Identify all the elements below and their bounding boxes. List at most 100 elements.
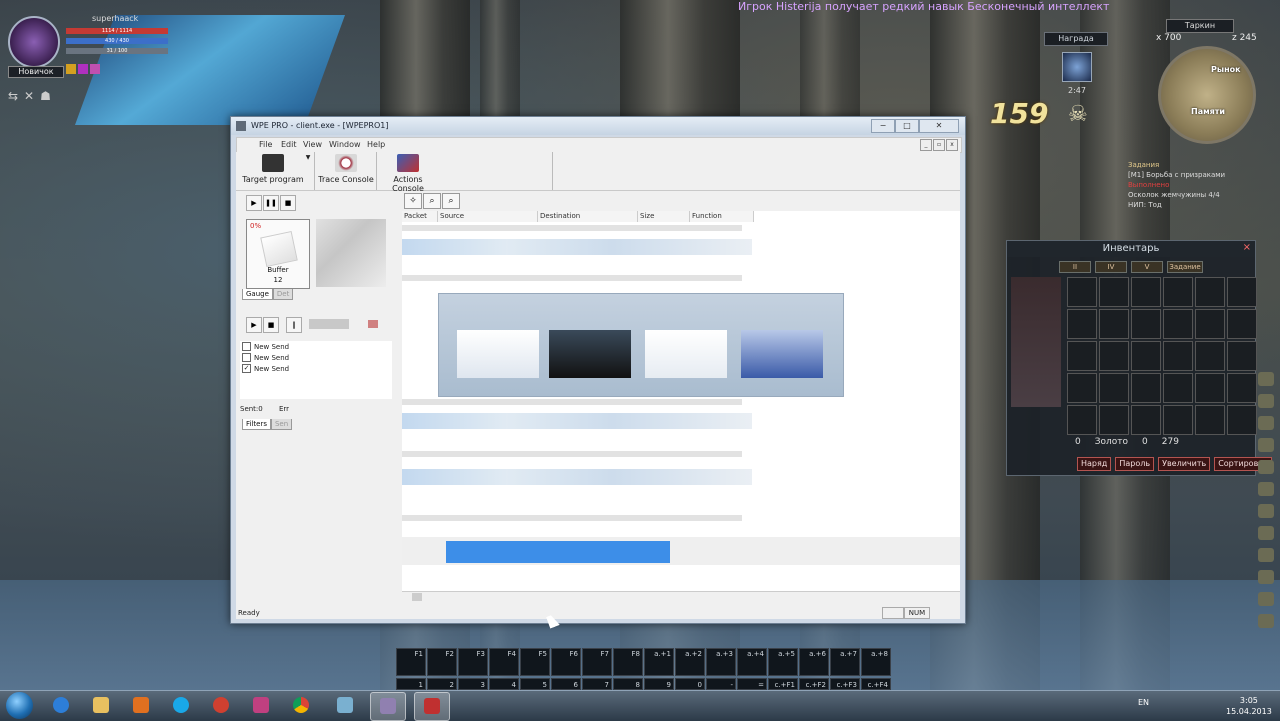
inventory-slot[interactable] xyxy=(1067,341,1097,371)
inventory-slot[interactable] xyxy=(1195,373,1225,403)
pause-button[interactable]: ❚❚ xyxy=(263,195,279,211)
inventory-slot[interactable] xyxy=(1163,341,1193,371)
column-header[interactable]: Destination xyxy=(538,211,638,222)
checkbox[interactable]: ✓ xyxy=(242,364,251,373)
horizontal-scrollbar[interactable] xyxy=(402,591,960,602)
menu-icon[interactable] xyxy=(1258,394,1274,408)
language-indicator[interactable]: EN xyxy=(1138,698,1149,707)
inventory-slot[interactable] xyxy=(1227,405,1257,435)
list-item[interactable]: New Send xyxy=(240,352,392,363)
inventory-slot[interactable] xyxy=(1195,277,1225,307)
skill-slot[interactable]: F1 xyxy=(396,648,426,676)
taskbar-app[interactable] xyxy=(370,692,406,721)
skill-slot[interactable]: F4 xyxy=(489,648,519,676)
hotkey-slot[interactable]: c.+F4 xyxy=(861,678,891,690)
list-item[interactable]: New Send xyxy=(240,341,392,352)
inventory-slot[interactable] xyxy=(1131,309,1161,339)
mdi-close-button[interactable]: x xyxy=(946,139,958,151)
inventory-slot[interactable] xyxy=(1195,341,1225,371)
play-button[interactable]: ▶ xyxy=(246,317,262,333)
hotkey-slot[interactable]: c.+F1 xyxy=(768,678,798,690)
quest-line[interactable]: [M1] Борьба с призраками xyxy=(1128,170,1225,180)
list-item[interactable]: ✓ New Send xyxy=(240,363,392,374)
hotkey-slot[interactable]: 2 xyxy=(427,678,457,690)
menu-icon[interactable] xyxy=(1258,416,1274,430)
quest-line[interactable]: НИП: Тод xyxy=(1128,200,1225,210)
tab-send[interactable]: Sen xyxy=(270,419,293,430)
scrollbar-thumb[interactable] xyxy=(412,593,422,601)
stop-button[interactable]: ■ xyxy=(263,317,279,333)
start-button[interactable] xyxy=(2,691,38,721)
password-button[interactable]: Пароль xyxy=(1115,457,1155,471)
inventory-slot[interactable] xyxy=(1131,341,1161,371)
buff-icon[interactable] xyxy=(78,64,88,74)
taskbar-app[interactable] xyxy=(44,692,78,719)
skill-slot[interactable]: a.+2 xyxy=(675,648,705,676)
skill-slot[interactable]: a.+7 xyxy=(830,648,860,676)
menu-icon[interactable] xyxy=(1258,570,1274,584)
menu-icon[interactable] xyxy=(1258,548,1274,562)
hotkey-slot[interactable]: 0 xyxy=(675,678,705,690)
minimize-button[interactable]: − xyxy=(871,119,895,133)
menu-view[interactable]: View xyxy=(303,140,322,149)
inventory-slot[interactable] xyxy=(1067,277,1097,307)
skill-slot[interactable]: F6 xyxy=(551,648,581,676)
search-next-icon[interactable]: ⌕ xyxy=(442,193,460,209)
checkbox[interactable] xyxy=(242,353,251,362)
inventory-slot[interactable] xyxy=(1163,277,1193,307)
maximize-button[interactable]: □ xyxy=(895,119,919,133)
equip-button[interactable]: Наряд xyxy=(1077,457,1112,471)
inventory-slot[interactable] xyxy=(1163,373,1193,403)
skill-slot[interactable]: a.+3 xyxy=(706,648,736,676)
hotkey-slot[interactable]: 6 xyxy=(551,678,581,690)
mdi-minimize-button[interactable]: _ xyxy=(920,139,932,151)
inventory-slot[interactable] xyxy=(1099,405,1129,435)
inventory-slot[interactable] xyxy=(1067,309,1097,339)
taskbar-app[interactable] xyxy=(124,692,158,719)
inventory-tab[interactable]: II xyxy=(1059,261,1091,273)
column-header[interactable]: Function xyxy=(690,211,754,222)
inventory-slot[interactable] xyxy=(1099,277,1129,307)
hotkey-slot[interactable]: 5 xyxy=(520,678,550,690)
menu-icon[interactable] xyxy=(1258,614,1274,628)
skill-slot[interactable]: a.+6 xyxy=(799,648,829,676)
column-header[interactable]: Source xyxy=(438,211,538,222)
inventory-slot[interactable] xyxy=(1195,405,1225,435)
skill-slot[interactable]: F3 xyxy=(458,648,488,676)
hotkey-slot[interactable]: - xyxy=(706,678,736,690)
hotkey-slot[interactable]: = xyxy=(737,678,767,690)
inventory-slot[interactable] xyxy=(1131,277,1161,307)
skill-slot[interactable]: a.+5 xyxy=(768,648,798,676)
hotkey-slot[interactable]: c.+F3 xyxy=(830,678,860,690)
inventory-slot[interactable] xyxy=(1227,277,1257,307)
inventory-tab[interactable]: IV xyxy=(1095,261,1127,273)
menu-icon[interactable] xyxy=(1258,438,1274,452)
selected-row[interactable] xyxy=(446,541,670,563)
player-portrait[interactable] xyxy=(8,16,60,68)
inventory-slot[interactable] xyxy=(1067,373,1097,403)
inventory-slot[interactable] xyxy=(1131,405,1161,435)
reward-icon[interactable] xyxy=(1062,52,1092,82)
menu-icon[interactable] xyxy=(1258,526,1274,540)
taskbar-app[interactable] xyxy=(284,692,318,719)
taskbar-app[interactable] xyxy=(414,692,450,721)
hotkey-slot[interactable]: 4 xyxy=(489,678,519,690)
column-header[interactable]: Packet xyxy=(402,211,438,222)
buff-icon[interactable] xyxy=(90,64,100,74)
chevron-down-icon[interactable]: ▼ xyxy=(304,154,312,161)
skill-slot[interactable]: F2 xyxy=(427,648,457,676)
close-button[interactable]: ✕ xyxy=(919,119,959,133)
inventory-slot[interactable] xyxy=(1131,373,1161,403)
inventory-slot[interactable] xyxy=(1099,309,1129,339)
menu-help[interactable]: Help xyxy=(367,140,385,149)
menu-icon[interactable] xyxy=(1258,482,1274,496)
inventory-slot[interactable] xyxy=(1163,405,1193,435)
inventory-slot[interactable] xyxy=(1099,373,1129,403)
taskbar-app[interactable] xyxy=(164,692,198,719)
inventory-slot[interactable] xyxy=(1195,309,1225,339)
inventory-tab[interactable]: Задание xyxy=(1167,261,1203,273)
expand-button[interactable]: Увеличить xyxy=(1158,457,1211,471)
inventory-slot[interactable] xyxy=(1227,373,1257,403)
tab-gauge[interactable]: Gauge xyxy=(242,289,273,300)
taskbar-app[interactable] xyxy=(328,692,362,719)
